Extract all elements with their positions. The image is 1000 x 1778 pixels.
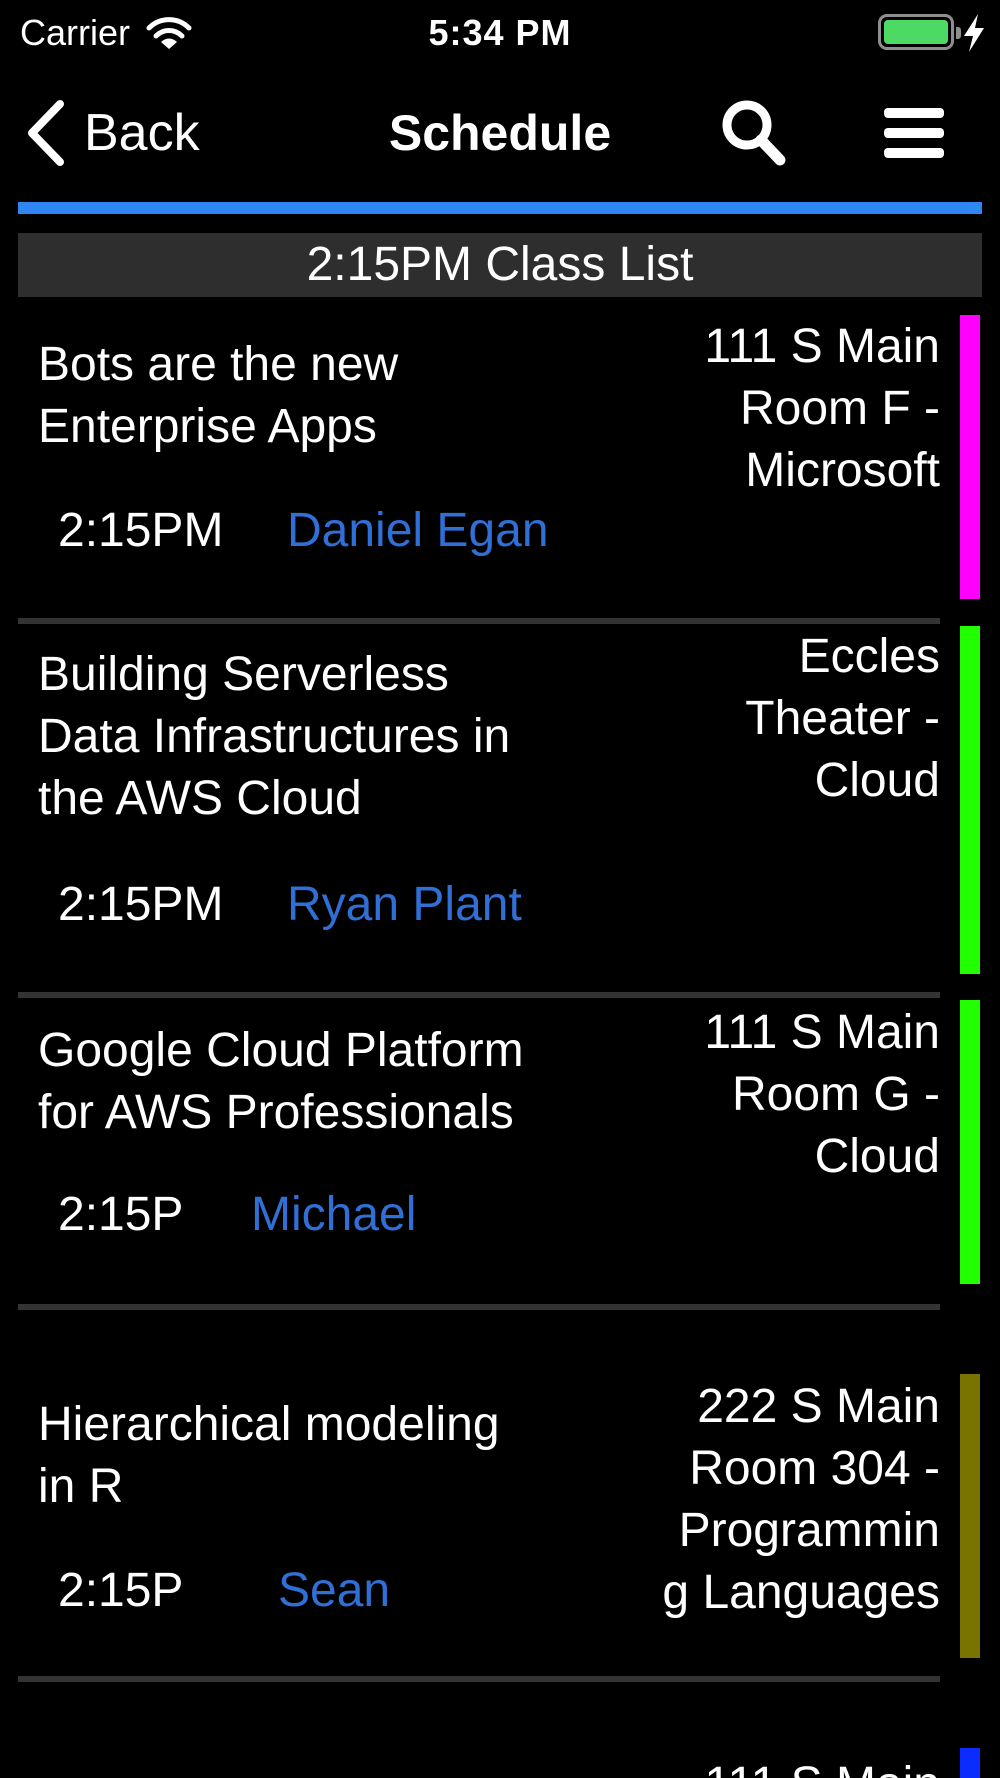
- class-title-line: Hierarchical modeling: [38, 1398, 500, 1451]
- class-room-line: 111 S Main: [704, 1006, 940, 1059]
- accent-divider: [18, 202, 982, 214]
- charging-bolt-icon: [964, 14, 984, 52]
- class-time: 2:15PM: [58, 878, 224, 931]
- track-color-stripe: [960, 1748, 980, 1778]
- class-title-line: Google Cloud Platform: [38, 1024, 524, 1077]
- navigation-bar: Back Schedule: [0, 80, 1000, 190]
- class-room-line: Room F -: [739, 382, 940, 435]
- class-room-line: 111 S Main: [704, 320, 940, 373]
- speaker-link[interactable]: Ryan Plant: [287, 874, 522, 936]
- class-room-line: 111 S Main: [600, 1754, 940, 1778]
- status-bar: Carrier 5:34 PM: [0, 0, 1000, 68]
- class-room-line: Cloud: [814, 754, 940, 807]
- status-time: 5:34 PM: [428, 12, 572, 53]
- row-divider: [18, 1676, 940, 1682]
- track-color-stripe: [960, 315, 980, 599]
- class-time: 2:15P: [58, 1188, 184, 1241]
- track-color-stripe: [960, 1374, 980, 1658]
- battery-level: [884, 20, 948, 44]
- hamburger-menu-icon[interactable]: [884, 106, 944, 160]
- class-room-line: g Languages: [662, 1566, 940, 1619]
- speaker-link[interactable]: Michael: [251, 1184, 416, 1246]
- class-title: Google Cloud Platform for AWS Profession…: [38, 1020, 618, 1144]
- class-title: Bots are the new Enterprise Apps: [38, 334, 618, 458]
- track-color-stripe: [960, 1000, 980, 1284]
- class-time: 2:15P: [58, 1564, 184, 1617]
- class-row[interactable]: Bots are the new Enterprise Apps 2:15PM …: [0, 300, 1000, 624]
- class-room-line: Programmin: [678, 1504, 940, 1557]
- class-room: 111 S Main Room G - Cloud: [600, 1002, 940, 1188]
- search-icon[interactable]: [720, 98, 786, 168]
- class-row[interactable]: Building Serverless Data Infrastructures…: [0, 624, 1000, 998]
- class-title: Hierarchical modeling in R: [38, 1394, 618, 1518]
- class-title-line: in R: [38, 1460, 124, 1513]
- class-room-line: Microsoft: [745, 444, 940, 497]
- class-time: 2:15PM: [58, 504, 224, 557]
- speaker-link[interactable]: Daniel Egan: [287, 500, 549, 562]
- battery-tip: [956, 27, 961, 39]
- class-room-line: Eccles: [798, 630, 940, 683]
- class-room-line: Theater -: [745, 692, 940, 745]
- section-header: 2:15PM Class List: [18, 233, 982, 297]
- class-row[interactable]: 111 S Main: [0, 1686, 1000, 1778]
- class-room-line: Room G -: [731, 1068, 940, 1121]
- class-title: Building Serverless Data Infrastructures…: [38, 644, 618, 830]
- class-room-line: Room 304 -: [689, 1442, 940, 1495]
- class-title-line: Data Infrastructures in: [38, 710, 511, 763]
- class-title-line: Building Serverless: [38, 648, 449, 701]
- class-row[interactable]: Google Cloud Platform for AWS Profession…: [0, 998, 1000, 1310]
- class-title-line: for AWS Professionals: [38, 1086, 514, 1139]
- class-room: 111 S Main Room F - Microsoft: [600, 316, 940, 502]
- page-title: Schedule: [388, 105, 612, 161]
- class-title-line: the AWS Cloud: [38, 772, 362, 825]
- class-room-line: Cloud: [814, 1130, 940, 1183]
- class-title-line: Bots are the new: [38, 338, 399, 391]
- class-row[interactable]: Hierarchical modeling in R 2:15P Sean 22…: [0, 1312, 1000, 1682]
- class-room-line: 222 S Main: [697, 1380, 940, 1433]
- track-color-stripe: [960, 626, 980, 974]
- class-title-line: Enterprise Apps: [38, 400, 377, 453]
- class-room: 222 S Main Room 304 - Programmin g Langu…: [600, 1376, 940, 1624]
- class-room: Eccles Theater - Cloud: [600, 626, 940, 812]
- class-room: 111 S Main: [600, 1754, 940, 1778]
- row-divider: [18, 1304, 940, 1310]
- speaker-link[interactable]: Sean: [278, 1560, 390, 1622]
- battery-icon: [878, 14, 961, 50]
